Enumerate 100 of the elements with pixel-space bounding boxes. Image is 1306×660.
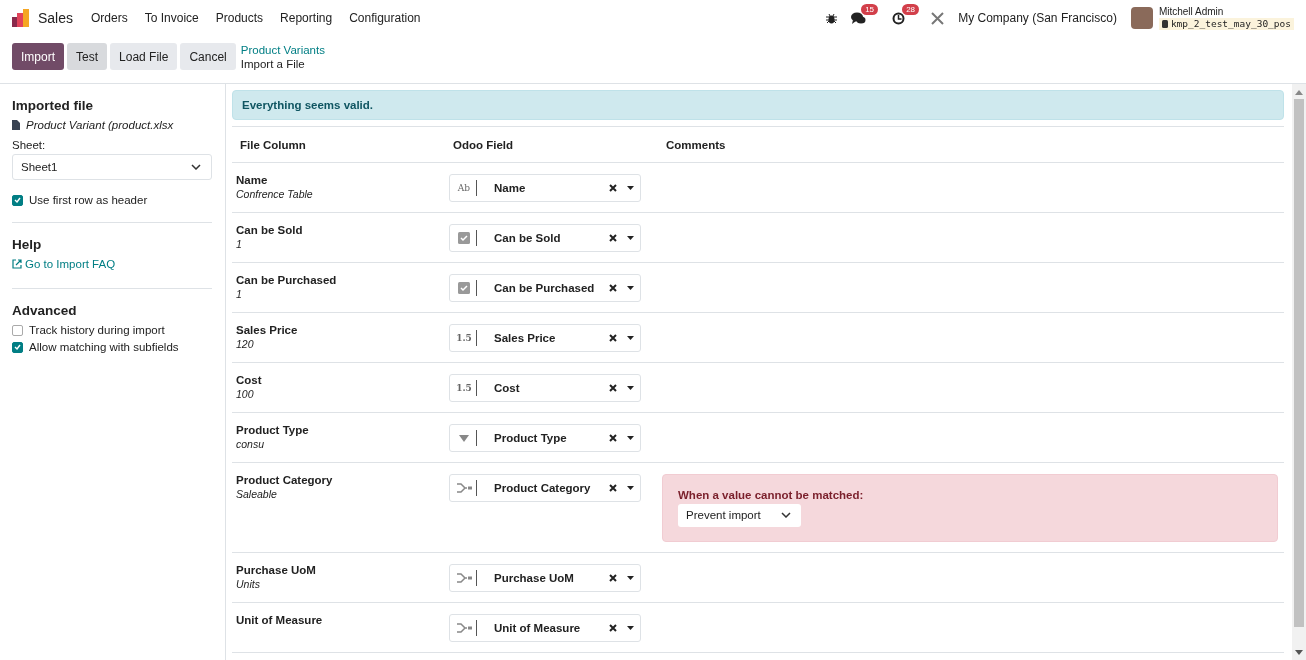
- user-name[interactable]: Mitchell Admin: [1158, 6, 1294, 18]
- caret-icon[interactable]: [627, 336, 634, 340]
- file-column-name: Product Category: [236, 474, 334, 486]
- section-heading: Help: [12, 237, 43, 252]
- column-header: File Column: [239, 139, 307, 151]
- field-select[interactable]: 1.5 Cost: [449, 374, 641, 402]
- clock-icon[interactable]: [892, 11, 906, 25]
- sample-value: Saleable: [236, 488, 278, 500]
- field-select[interactable]: Can be Purchased: [449, 274, 641, 302]
- section-heading: Imported file: [12, 98, 94, 113]
- caret-icon: [780, 512, 791, 518]
- text-type-icon: Ab: [456, 183, 472, 193]
- column-header: Comments: [665, 139, 727, 151]
- company-switcher[interactable]: My Company (San Francisco): [958, 11, 1117, 25]
- clear-icon[interactable]: [609, 184, 617, 192]
- clear-icon[interactable]: [609, 434, 617, 442]
- caret-icon[interactable]: [627, 186, 634, 190]
- avatar[interactable]: [1130, 7, 1153, 29]
- caret-icon[interactable]: [627, 286, 634, 290]
- clear-icon[interactable]: [609, 574, 617, 582]
- sample-value: Units: [236, 578, 261, 590]
- option-label[interactable]: Allow matching with subfields: [29, 341, 179, 353]
- file-column-name: Name: [236, 174, 269, 186]
- checkbox-icon: [458, 232, 470, 244]
- action-button[interactable]: Load File: [110, 43, 178, 70]
- file-column-name: Unit of Measure: [236, 614, 324, 626]
- sample-value: 120: [236, 338, 255, 350]
- caret-icon[interactable]: [627, 436, 634, 440]
- checkbox[interactable]: [12, 324, 23, 336]
- breadcrumb-link[interactable]: Product Variants: [240, 43, 325, 57]
- app-name[interactable]: Sales: [38, 10, 74, 26]
- relation-icon: [456, 573, 472, 583]
- bug-icon[interactable]: [826, 12, 838, 24]
- warning-message: When a value cannot be matched:: [678, 489, 865, 501]
- caret-icon[interactable]: [627, 576, 634, 580]
- scroll-up-icon[interactable]: [1295, 89, 1303, 95]
- field-select[interactable]: Unit of Measure: [449, 614, 641, 642]
- caret-icon[interactable]: [627, 626, 634, 630]
- sample-value: 100: [236, 388, 255, 400]
- checkbox-icon: [458, 282, 470, 294]
- menu-item[interactable]: Orders: [91, 11, 128, 25]
- menu-item[interactable]: Configuration: [349, 11, 421, 25]
- menu-item[interactable]: Products: [215, 11, 264, 25]
- file-icon: [12, 120, 20, 130]
- file-name: Product Variant (product.xlsx: [26, 119, 174, 131]
- action-button[interactable]: Cancel: [180, 43, 236, 70]
- chat-icon[interactable]: [851, 11, 867, 25]
- field-select[interactable]: 1.5 Sales Price: [449, 324, 641, 352]
- field-select[interactable]: Product Type: [449, 424, 641, 452]
- decimal-type-icon: 1.5: [456, 333, 472, 343]
- app-logo-icon[interactable]: [12, 9, 30, 27]
- checkbox[interactable]: [12, 194, 23, 206]
- caret-icon[interactable]: [627, 486, 634, 490]
- database-name: kmp_2_test_may_30_pos: [1158, 18, 1294, 30]
- section-heading: Advanced: [12, 303, 78, 318]
- sheet-label: Sheet:: [12, 139, 47, 151]
- file-column-name: Cost: [236, 374, 263, 386]
- field-select[interactable]: Ab Name: [449, 174, 641, 202]
- clear-icon[interactable]: [609, 334, 617, 342]
- database-icon: [1161, 20, 1168, 28]
- field-select[interactable]: Purchase UoM: [449, 564, 641, 592]
- page-title: Import a File: [240, 57, 306, 71]
- sample-value: 1: [236, 238, 243, 250]
- option-label[interactable]: Track history during import: [29, 324, 165, 336]
- sample-value: Confrence Table: [236, 188, 314, 200]
- external-link-icon: [12, 259, 22, 269]
- menu-item[interactable]: To Invoice: [144, 11, 199, 25]
- message-count-badge: 15: [861, 3, 879, 15]
- sheet-select[interactable]: Sheet1: [12, 154, 212, 180]
- relation-icon: [456, 483, 472, 493]
- sample-value: 1: [236, 288, 243, 300]
- action-button[interactable]: Test: [67, 43, 108, 70]
- scroll-down-icon[interactable]: [1295, 650, 1303, 656]
- triangle-icon: [459, 434, 469, 442]
- file-column-name: Purchase UoM: [236, 564, 317, 576]
- checkbox[interactable]: [12, 341, 23, 353]
- faq-link[interactable]: Go to Import FAQ: [12, 258, 116, 270]
- file-column-name: Can be Sold: [236, 224, 304, 236]
- success-alert: Everything seems valid.: [232, 90, 1284, 120]
- action-button[interactable]: Import: [12, 43, 64, 70]
- file-column-name: Sales Price: [236, 324, 299, 336]
- clear-icon[interactable]: [609, 234, 617, 242]
- caret-icon[interactable]: [627, 386, 634, 390]
- field-select[interactable]: Product Category: [449, 474, 641, 502]
- sample-value: consu: [236, 438, 266, 450]
- clear-icon[interactable]: [609, 284, 617, 292]
- scrollbar[interactable]: [1292, 84, 1306, 660]
- clear-icon[interactable]: [609, 484, 617, 492]
- option-label[interactable]: Use first row as header: [29, 194, 148, 206]
- menu-item[interactable]: Reporting: [280, 11, 333, 25]
- match-policy-select[interactable]: Prevent import: [678, 504, 801, 527]
- field-select[interactable]: Can be Sold: [449, 224, 641, 252]
- column-header: Odoo Field: [452, 139, 515, 151]
- caret-icon[interactable]: [627, 236, 634, 240]
- activity-count-badge: 28: [902, 3, 920, 15]
- clear-icon[interactable]: [609, 384, 617, 392]
- file-column-name: Product Type: [236, 424, 310, 436]
- clear-icon[interactable]: [609, 624, 617, 632]
- relation-icon: [456, 623, 472, 633]
- caret-icon: [191, 164, 201, 170]
